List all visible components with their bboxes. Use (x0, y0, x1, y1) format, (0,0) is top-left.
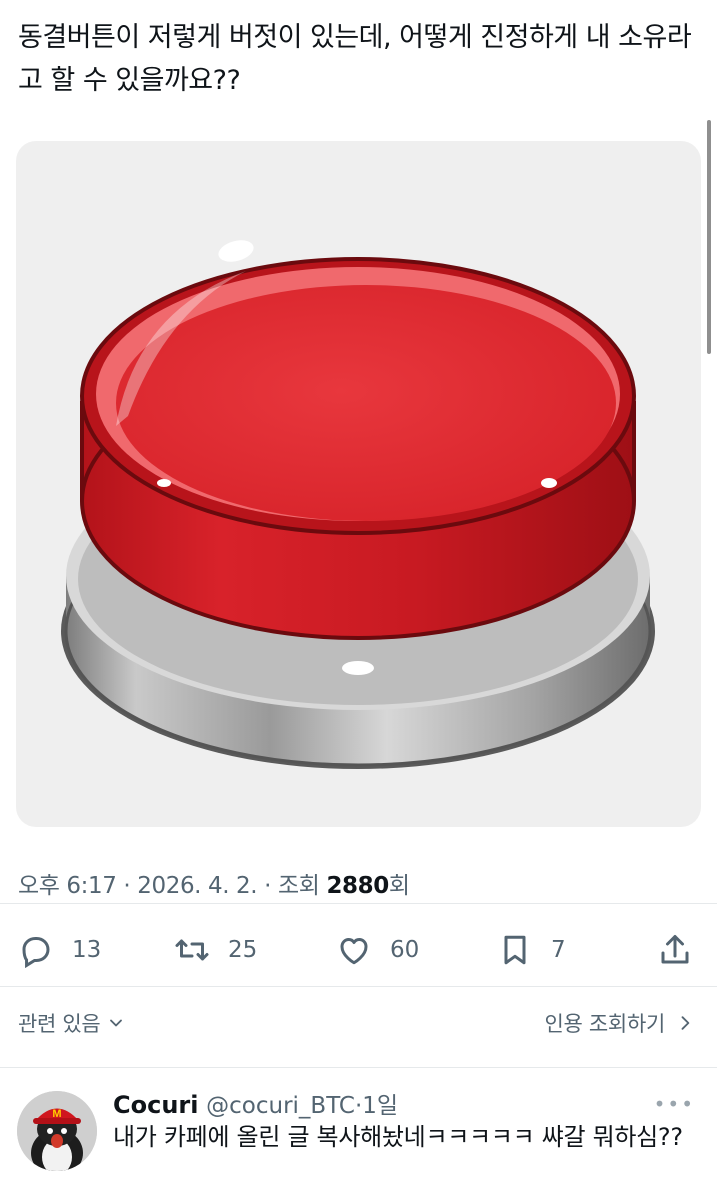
more-icon[interactable]: ••• (654, 1092, 695, 1116)
reply-author-name[interactable]: Cocuri (113, 1091, 198, 1119)
related-filter[interactable]: 관련 있음 (18, 1008, 126, 1038)
views-label: 조회 (277, 873, 320, 899)
tweet-actions: 13 25 60 7 (0, 924, 717, 976)
chevron-right-icon (681, 1016, 690, 1030)
meta-separator: · (123, 873, 131, 899)
bookmark-count: 7 (551, 937, 566, 963)
tweet-date[interactable]: 2026. 4. 2. (137, 873, 257, 899)
view-quotes-link[interactable]: 인용 조회하기 (545, 1008, 696, 1038)
reply-age[interactable]: 1일 (362, 1093, 398, 1119)
related-label: 관련 있음 (18, 1012, 101, 1036)
retweet-button[interactable]: 25 (174, 924, 257, 976)
scrollbar[interactable] (707, 120, 711, 354)
views-suffix: 회 (388, 873, 410, 899)
tweet-media-image[interactable] (16, 141, 701, 827)
share-icon (661, 935, 689, 964)
like-count: 60 (390, 937, 420, 963)
quotes-label: 인용 조회하기 (544, 1012, 666, 1036)
tweet-text: 동결버튼이 저렇게 버젓이 있는데, 어떻게 진정하게 내 소유라고 할 수 있… (18, 22, 692, 96)
reply-handle[interactable]: @cocuri_BTC (206, 1093, 355, 1119)
reply-text: 내가 카페에 올린 글 복사해놨네ㅋㅋㅋㅋㅋ 쌰갈 뭐하심?? (113, 1123, 683, 1151)
tweet-time[interactable]: 오후 6:17 (18, 873, 117, 899)
penguin-avatar-icon: M (17, 1091, 97, 1171)
avatar[interactable]: M (17, 1091, 97, 1171)
views-count: 2880 (326, 873, 389, 899)
share-button[interactable] (657, 924, 693, 976)
reply-header: Cocuri @cocuri_BTC·1일 (113, 1086, 398, 1120)
reply-icon (22, 936, 50, 968)
tweet-meta: 오후 6:17 · 2026. 4. 2. · 조회 2880회 (18, 866, 410, 900)
like-icon (340, 938, 368, 965)
like-button[interactable]: 60 (336, 924, 419, 976)
meta-separator: · (264, 873, 272, 899)
divider (0, 1067, 717, 1068)
chevron-down-icon (110, 1019, 123, 1027)
divider (0, 903, 717, 904)
red-button-image (61, 240, 655, 769)
reply-button[interactable]: 13 (18, 924, 101, 976)
svg-text:M: M (52, 1108, 61, 1120)
reply-count: 13 (72, 937, 102, 963)
bookmark-button[interactable]: 7 (497, 924, 566, 976)
bookmark-icon (504, 935, 526, 965)
retweet-icon (175, 939, 209, 961)
divider (0, 986, 717, 987)
retweet-count: 25 (228, 937, 258, 963)
